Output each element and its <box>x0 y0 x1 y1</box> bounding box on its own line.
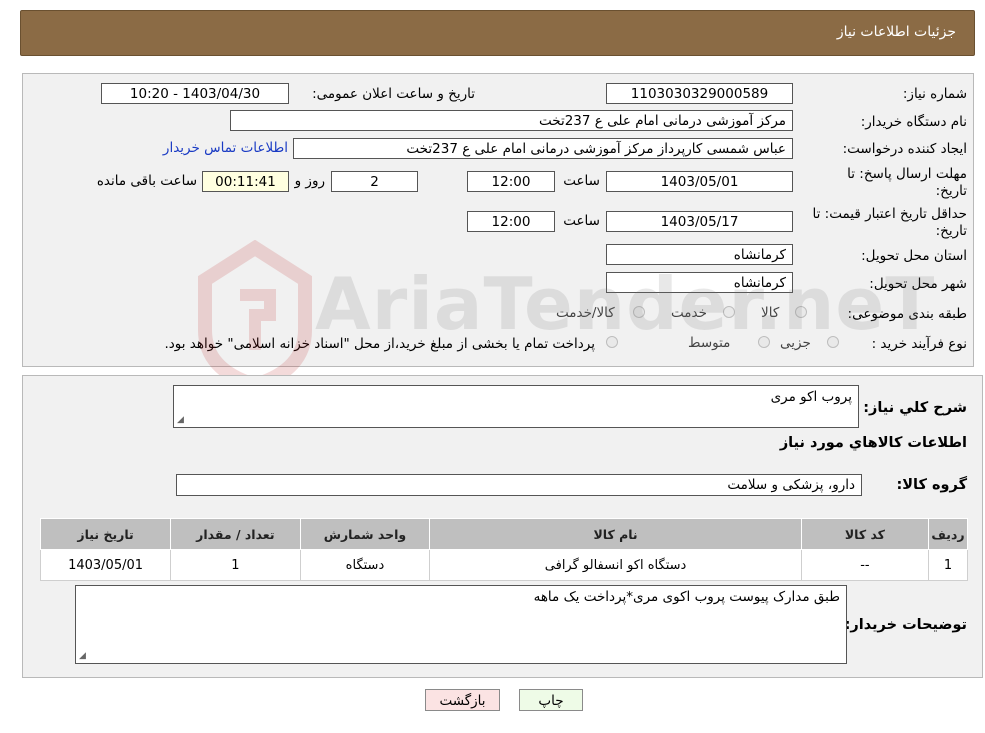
summary-label: شرح کلي نياز: <box>863 400 967 416</box>
col-item-code: کد کالا <box>800 518 930 550</box>
category-radio-goods-service[interactable] <box>633 306 645 318</box>
city-field: کرمانشاه <box>606 272 793 293</box>
buyer-notes-field[interactable]: طبق مدارک پیوست پروب اکوی مری*پرداخت یک … <box>75 585 847 664</box>
buyer-contact-link[interactable]: اطلاعات تماس خریدار <box>163 140 288 156</box>
category-option-service: خدمت <box>671 305 707 321</box>
summary-field[interactable]: پروب اکو مری ◢ <box>173 385 859 428</box>
purchase-radio-minor[interactable] <box>827 336 839 348</box>
purchase-option-medium: متوسط <box>688 335 731 351</box>
province-label: استان محل تحویل: <box>861 248 967 264</box>
deadline-label-line2: تاریخ: <box>935 183 967 199</box>
page-title: جزئیات اطلاعات نیاز <box>836 24 956 40</box>
goods-info-heading: اطلاعات کالاهاي مورد نياز <box>779 435 967 451</box>
requester-field: عباس شمسی کارپرداز مرکز آموزشی درمانی ام… <box>293 138 793 159</box>
days-remaining-field: 2 <box>331 171 418 192</box>
province-field: کرمانشاه <box>606 244 793 265</box>
goods-group-field: دارو، پزشکی و سلامت <box>176 474 862 496</box>
col-quantity: تعداد / مقدار <box>170 518 301 550</box>
requester-label: ایجاد کننده درخواست: <box>842 141 967 157</box>
cell-row-number: 1 <box>928 549 968 581</box>
cell-unit: دستگاه <box>299 549 431 581</box>
deadline-time-field: 12:00 <box>467 171 555 192</box>
purchase-option-minor: جزیی <box>780 335 811 351</box>
validity-time-field: 12:00 <box>467 211 555 232</box>
city-label: شهر محل تحویل: <box>869 276 967 292</box>
need-number-label: شماره نیاز: <box>902 86 967 102</box>
col-row-number: ردیف <box>928 518 968 550</box>
deadline-date-field: 1403/05/01 <box>606 171 793 192</box>
back-button[interactable]: بازگشت <box>425 689 500 711</box>
col-need-date: تاریخ نیاز <box>39 518 172 550</box>
cell-quantity: 1 <box>170 549 301 581</box>
category-option-goods: کالا <box>761 305 780 321</box>
col-item-name: نام کالا <box>429 518 802 550</box>
purchase-radio-medium[interactable] <box>758 336 770 348</box>
remaining-time-field: 00:11:41 <box>202 171 289 192</box>
goods-table: ردیف کد کالا نام کالا واحد شمارش تعداد /… <box>39 518 968 581</box>
validity-time-label: ساعت <box>563 213 600 229</box>
deadline-time-label: ساعت <box>563 173 600 189</box>
validity-date-field: 1403/05/17 <box>606 211 793 232</box>
print-button[interactable]: چاپ <box>519 689 583 711</box>
cell-need-date: 1403/05/01 <box>39 549 172 581</box>
table-row: 1 -- دستگاه اکو انسفالو گرافی دستگاه 1 1… <box>39 549 968 581</box>
category-option-goods-service: کالا/خدمت <box>556 305 615 321</box>
remaining-time-label: ساعت باقی مانده <box>96 173 197 189</box>
resize-grip-icon[interactable]: ◢ <box>177 415 184 425</box>
cell-item-name: دستگاه اکو انسفالو گرافی <box>429 549 802 581</box>
announce-datetime-label: تاریخ و ساعت اعلان عمومی: <box>312 86 475 102</box>
category-label: طبقه بندی موضوعی: <box>847 306 967 322</box>
category-radio-goods[interactable] <box>795 306 807 318</box>
col-unit: واحد شمارش <box>299 518 431 550</box>
page-header: جزئیات اطلاعات نیاز <box>20 10 975 56</box>
deadline-label-line1: مهلت ارسال پاسخ: تا <box>847 166 967 182</box>
cell-item-code: -- <box>800 549 930 581</box>
buyer-org-field: مرکز آموزشی درمانی امام علی ع 237تخت <box>230 110 793 131</box>
purchase-radio-treasury[interactable] <box>606 336 618 348</box>
purchase-treasury-note: پرداخت تمام یا بخشی از مبلغ خرید،از محل … <box>164 336 595 352</box>
goods-table-header: ردیف کد کالا نام کالا واحد شمارش تعداد /… <box>39 518 968 550</box>
validity-label-line2: تاریخ: <box>935 223 967 239</box>
buyer-notes-label: توضیحات خریدار: <box>844 617 967 633</box>
buyer-org-label: نام دستگاه خریدار: <box>860 114 967 130</box>
purchase-type-label: نوع فرآیند خرید : <box>871 336 967 352</box>
buyer-notes-text: طبق مدارک پیوست پروب اکوی مری*پرداخت یک … <box>533 589 840 605</box>
category-radio-service[interactable] <box>723 306 735 318</box>
goods-group-label: گروه کالا: <box>896 477 967 493</box>
resize-grip-icon[interactable]: ◢ <box>79 651 86 661</box>
need-number-field: 1103030329000589 <box>606 83 793 104</box>
summary-text: پروب اکو مری <box>770 389 852 405</box>
announce-datetime-field: 1403/04/30 - 10:20 <box>101 83 289 104</box>
days-label: روز و <box>294 173 325 189</box>
validity-label-line1: حداقل تاریخ اعتبار قیمت: تا <box>812 206 967 222</box>
